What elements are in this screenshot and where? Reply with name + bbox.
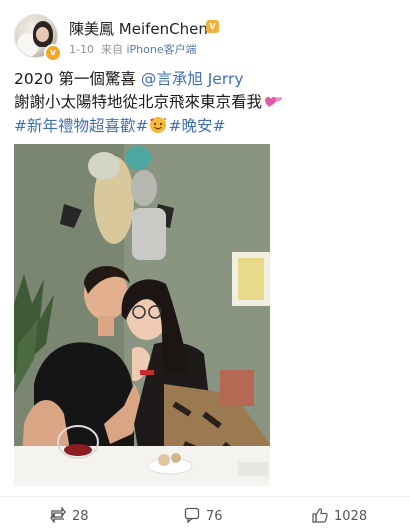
post-text-intro: 2020 第一個驚喜 [14, 70, 141, 88]
post-text-thanks: 謝謝小太陽特地從北京飛來東京看我 [14, 93, 263, 111]
post-text-line-2: 謝謝小太陽特地從北京飛來東京看我 [14, 91, 282, 113]
smiling-face-with-hearts-icon [150, 117, 167, 133]
action-bar: 28 76 1028 [0, 496, 410, 530]
mention-link[interactable]: @言承旭 Jerry [141, 70, 244, 88]
post-source[interactable]: iPhone客户端 [126, 43, 196, 56]
repost-button[interactable]: 28 [50, 506, 89, 524]
post-text-line-3: #新年禮物超喜歡# #晚安# [14, 115, 225, 137]
verified-badge-icon: v [44, 44, 62, 62]
author-name[interactable]: 陳美鳳 MeifenChen [69, 18, 208, 39]
comment-button[interactable]: 76 [184, 507, 223, 524]
hashtag-good-night[interactable]: #晚安# [168, 117, 225, 135]
like-count: 1028 [334, 509, 368, 524]
hashtag-new-year-gift[interactable]: #新年禮物超喜歡# [14, 117, 148, 135]
two-hearts-emoji-icon [264, 93, 282, 109]
comment-icon [184, 507, 206, 524]
post-photo[interactable] [14, 144, 270, 486]
source-prefix: 来自 [100, 43, 123, 56]
avatar-face [36, 27, 49, 42]
post-text-line-1: 2020 第一個驚喜 @言承旭 Jerry [14, 68, 244, 90]
thumbs-up-icon [312, 508, 334, 524]
repost-count: 28 [72, 509, 89, 524]
post-timestamp: 1-10 [69, 43, 94, 56]
repost-icon [50, 506, 72, 524]
like-button[interactable]: 1028 [312, 507, 367, 524]
post-meta: 1-10 来自 iPhone客户端 [69, 41, 197, 57]
comment-count: 76 [206, 509, 223, 524]
member-badge-icon[interactable]: V [206, 20, 219, 33]
